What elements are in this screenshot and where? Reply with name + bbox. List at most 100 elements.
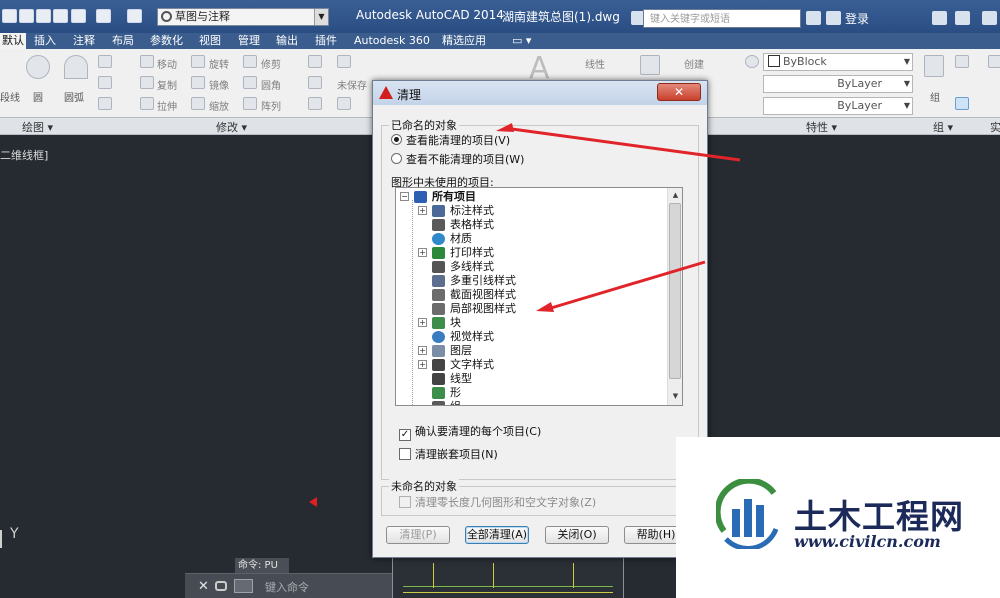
tab-output[interactable]: 输出 (274, 33, 300, 49)
tree-item-row[interactable]: 多线样式 (396, 260, 666, 274)
close-icon[interactable]: ✕ (198, 579, 209, 594)
lightbulb-icon[interactable] (337, 97, 351, 110)
tab-featured-apps[interactable]: 精选应用 (440, 33, 488, 49)
view-purgeable-option[interactable]: 查看能清理的项目(V) (391, 132, 510, 148)
panel-title-draw[interactable]: 绘图 ▾ (22, 119, 53, 135)
linetype-select[interactable]: ByLayer ▼ (763, 75, 913, 93)
purge-nested-option[interactable]: 清理嵌套项目(N) (399, 446, 498, 462)
tree-item-row[interactable]: 形 (396, 386, 666, 400)
circle-label[interactable]: 圆 (33, 89, 43, 104)
tree-root-row[interactable]: − 所有项目 (396, 190, 666, 204)
radio-selected[interactable] (391, 134, 402, 145)
tree-item-row[interactable]: + 打印样式 (396, 246, 666, 260)
move-label[interactable]: 移动 (157, 56, 177, 71)
tree-item-row[interactable]: 截面视图样式 (396, 288, 666, 302)
dialog-close-button[interactable]: ✕ (657, 83, 701, 101)
tree-item-row[interactable]: + 图层 (396, 344, 666, 358)
tab-home[interactable]: 默认 (0, 33, 26, 49)
panel-title-groups[interactable]: 组 ▾ (933, 119, 953, 135)
polyline-label[interactable]: 段线 (0, 89, 20, 104)
radio-unselected[interactable] (391, 153, 402, 164)
command-prompt-icon[interactable] (234, 579, 253, 593)
panel-title-utilities[interactable]: 实 (990, 119, 1000, 135)
stretch-label[interactable]: 拉伸 (157, 98, 177, 113)
utilities-icon[interactable] (988, 55, 1000, 68)
tree-item-row[interactable]: 线型 (396, 372, 666, 386)
array-icon[interactable] (243, 97, 257, 110)
move-icon[interactable] (140, 55, 154, 68)
insert-block-icon[interactable] (640, 55, 660, 75)
print-icon[interactable] (71, 9, 86, 23)
command-input[interactable]: 键入命令 (265, 579, 309, 595)
viewport-style-label[interactable]: 二维线框] (0, 147, 48, 163)
undo-icon[interactable] (96, 9, 111, 23)
create-block-label[interactable]: 创建 (684, 56, 704, 71)
expand-icon[interactable]: + (418, 206, 427, 215)
layer-tool-icon[interactable] (337, 55, 351, 68)
window-minimize-icon[interactable] (982, 11, 997, 25)
scroll-up-icon[interactable]: ▲ (668, 188, 682, 203)
copy-icon[interactable] (140, 76, 154, 89)
group-label[interactable]: 组 (930, 89, 940, 104)
expand-icon[interactable]: + (418, 248, 427, 257)
ribbon-toggle-icon[interactable]: ▭ ▾ (510, 33, 533, 49)
scrollbar-thumb[interactable] (669, 203, 681, 379)
color-select[interactable]: ByBlock ▼ (763, 53, 913, 71)
tab-parametric[interactable]: 参数化 (148, 33, 185, 49)
stretch-icon[interactable] (140, 97, 154, 110)
group-select-icon[interactable] (955, 97, 969, 110)
exchange-icon[interactable] (932, 11, 947, 25)
scale-icon[interactable] (191, 97, 205, 110)
hatch-icon[interactable] (98, 76, 112, 89)
chevron-down-icon[interactable]: ▼ (314, 9, 328, 25)
new-file-icon[interactable] (2, 9, 17, 23)
confirm-each-item-option[interactable]: ✓ 确认要清理的每个项目(C) (399, 423, 541, 441)
rotate-icon[interactable] (191, 55, 205, 68)
tab-autodesk-360[interactable]: Autodesk 360 (352, 33, 432, 49)
lineweight-select[interactable]: ByLayer ▼ (763, 97, 913, 115)
tree-item-row[interactable]: 材质 (396, 232, 666, 246)
group-icon[interactable] (924, 55, 944, 77)
array-label[interactable]: 阵列 (261, 98, 281, 113)
ungroup-icon[interactable] (955, 55, 969, 68)
save-icon[interactable] (36, 9, 51, 23)
offset-icon[interactable] (308, 97, 322, 110)
save-as-icon[interactable] (53, 9, 68, 23)
tree-item-row[interactable]: + 标注样式 (396, 204, 666, 218)
binoculars-icon[interactable] (806, 11, 821, 25)
checkbox-checked[interactable]: ✓ (399, 429, 411, 441)
search-input[interactable]: 键入关键字或短语 (643, 9, 801, 28)
command-line[interactable]: ✕ 键入命令 (185, 573, 395, 598)
tree-item-row[interactable]: 表格样式 (396, 218, 666, 232)
sign-in-link[interactable]: 登录 (845, 10, 869, 27)
linear-dimension-label[interactable]: 线性 (585, 56, 605, 71)
purge-zero-length-option[interactable]: 清理零长度几何图形和空文字对象(Z) (399, 494, 596, 510)
expand-icon[interactable]: + (418, 346, 427, 355)
region-icon[interactable] (98, 97, 112, 110)
open-file-icon[interactable] (19, 9, 34, 23)
tree-item-row[interactable]: + 块 (396, 316, 666, 330)
tab-layout[interactable]: 布局 (110, 33, 136, 49)
help-icon[interactable] (955, 11, 970, 25)
tree-item-row[interactable]: 局部视图样式 (396, 302, 666, 316)
rotate-label[interactable]: 旋转 (209, 56, 229, 71)
scale-label[interactable]: 缩放 (209, 98, 229, 113)
mirror-label[interactable]: 镜像 (209, 77, 229, 92)
redo-icon[interactable] (127, 9, 142, 23)
wrench-icon[interactable] (215, 581, 227, 591)
workspace-select[interactable]: 草图与注释 ▼ (157, 8, 329, 26)
tree-item-row[interactable]: + 文字样式 (396, 358, 666, 372)
tree-scrollbar[interactable]: ▲ ▼ (667, 188, 682, 405)
mirror-icon[interactable] (191, 76, 205, 89)
view-nonpurgeable-option[interactable]: 查看不能清理的项目(W) (391, 151, 524, 167)
tab-addins[interactable]: 插件 (313, 33, 339, 49)
purge-items-tree[interactable]: − 所有项目 + 标注样式 表格样式 材质 + 打印样式 多线样式 多重引线样式 截面视图样式局… (395, 187, 683, 406)
tab-insert[interactable]: 插入 (32, 33, 58, 49)
match-properties-icon[interactable] (745, 55, 759, 68)
arc-label[interactable]: 圆弧 (64, 89, 84, 104)
panel-title-properties[interactable]: 特性 ▾ (806, 119, 837, 135)
trim-icon[interactable] (243, 55, 257, 68)
expand-icon[interactable]: + (418, 318, 427, 327)
trim-label[interactable]: 修剪 (261, 56, 281, 71)
fillet-icon[interactable] (243, 76, 257, 89)
